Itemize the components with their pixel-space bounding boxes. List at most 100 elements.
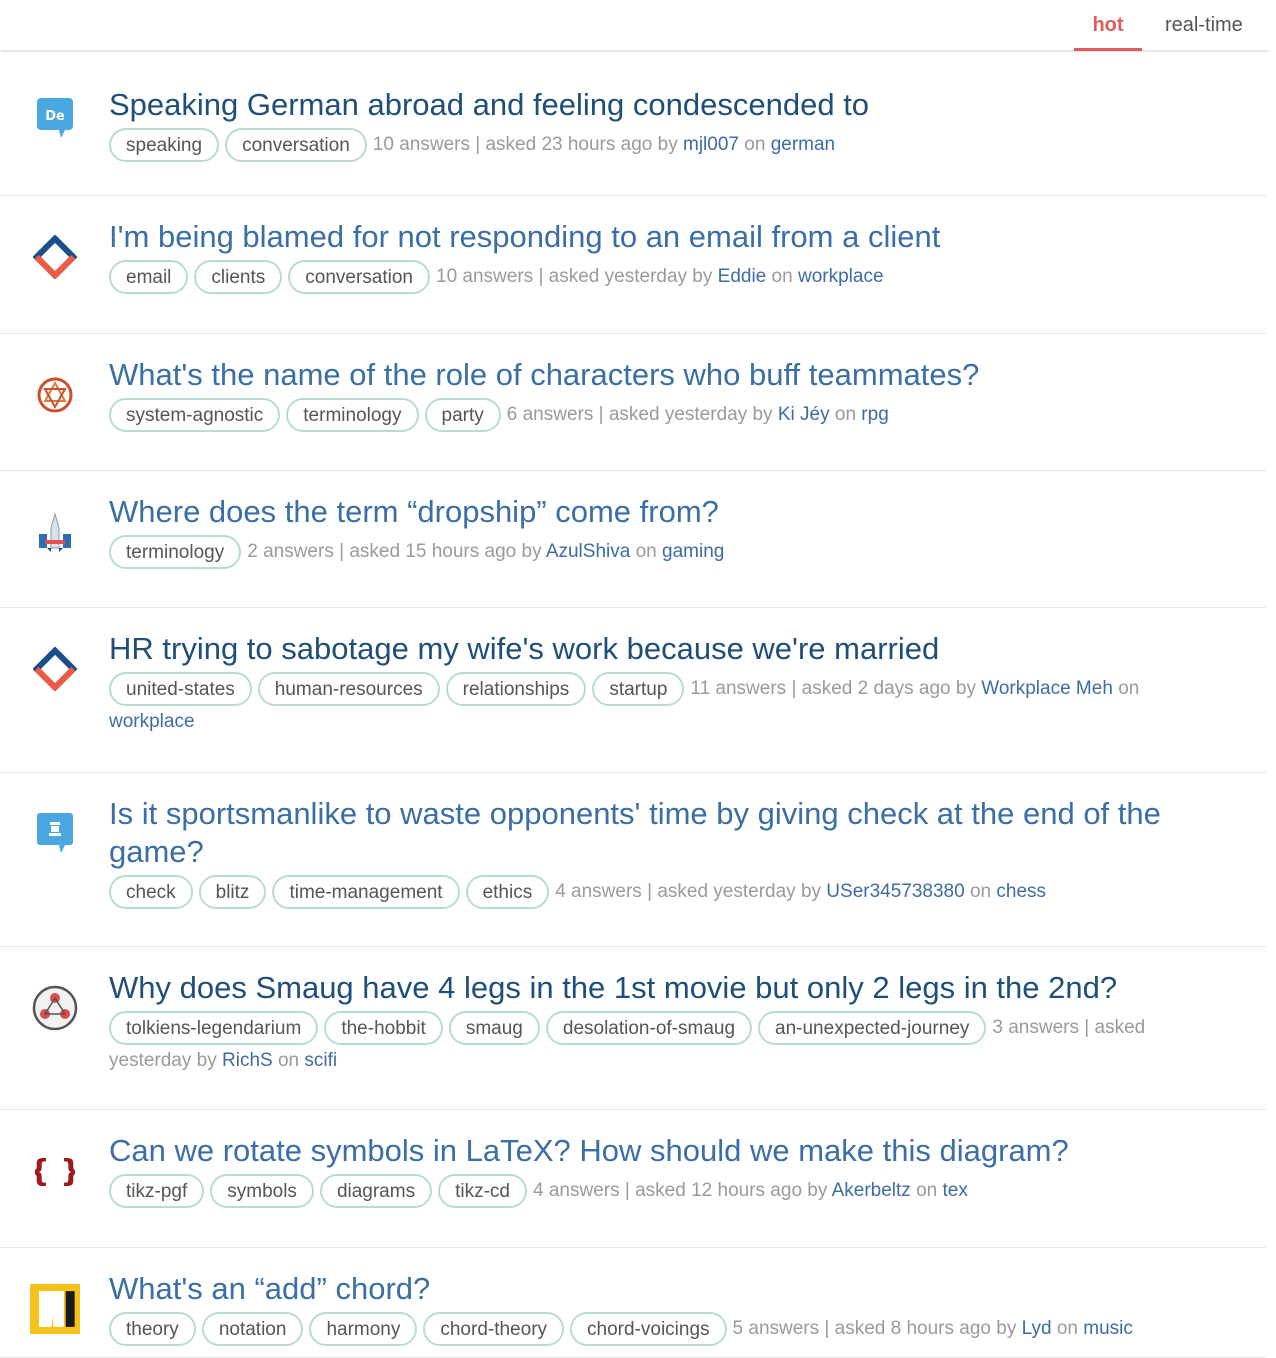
question-meta: system-agnostic terminology party 6 answers… (109, 398, 1186, 432)
question-title-link[interactable]: HR trying to sabotage my wife's work bec… (109, 630, 1186, 668)
tag[interactable]: party (424, 398, 501, 432)
tag[interactable]: chord-theory (423, 1312, 565, 1346)
question-title-link[interactable]: I'm being blamed for not responding to a… (109, 218, 1186, 256)
tab-real-time[interactable]: real-time (1165, 14, 1243, 37)
tag[interactable]: email (109, 260, 189, 294)
tag[interactable]: smaug (448, 1011, 540, 1045)
workplace-icon[interactable] (30, 644, 80, 694)
question-title-link[interactable]: Can we rotate symbols in LaTeX? How shou… (109, 1132, 1186, 1170)
answer-count: 11 answers (690, 678, 787, 700)
on-label: on (744, 134, 766, 156)
tag[interactable]: tolkiens-legendarium (109, 1011, 319, 1045)
user-link[interactable]: AzulShiva (546, 541, 631, 562)
user-link[interactable]: Ki Jéy (778, 404, 830, 425)
sort-tabs: hot real-time (1, 0, 1269, 52)
on-label: on (969, 881, 992, 903)
asked-time: asked 15 hours ago by (349, 541, 542, 563)
gaming-icon[interactable] (30, 507, 80, 557)
site-link[interactable]: rpg (861, 404, 888, 425)
tag[interactable]: symbols (210, 1174, 314, 1208)
on-label: on (771, 266, 793, 288)
tag[interactable]: human-resources (257, 672, 440, 706)
question-content: Can we rotate symbols in LaTeX? How shou… (109, 1132, 1186, 1208)
tag[interactable]: the-hobbit (324, 1011, 443, 1045)
question-item: What's an “add” chord? theory notation harm… (0, 1248, 1266, 1358)
site-link[interactable]: german (771, 134, 835, 155)
question-title-link[interactable]: What's the name of the role of character… (109, 356, 1186, 394)
asked-time: asked 8 hours ago by (834, 1318, 1017, 1340)
tag[interactable]: chord-voicings (570, 1312, 727, 1346)
tag[interactable]: speaking (109, 128, 220, 162)
tag[interactable]: time-management (272, 875, 460, 909)
tag[interactable]: an-unexpected-journey (758, 1011, 987, 1045)
tag[interactable]: tikz-cd (438, 1174, 527, 1208)
tag[interactable]: relationships (445, 672, 587, 706)
tag[interactable]: ethics (465, 875, 550, 909)
answer-count: 3 answers (992, 1017, 1079, 1039)
question-title-link[interactable]: Is it sportsmanlike to waste opponents' … (109, 795, 1186, 871)
site-link[interactable]: tex (943, 1180, 968, 1201)
answer-count: 5 answers (732, 1318, 820, 1340)
on-label: on (1118, 678, 1140, 700)
workplace-icon[interactable] (30, 232, 80, 282)
question-content: Where does the term “dropship” come from… (109, 493, 1186, 569)
tag[interactable]: desolation-of-smaug (545, 1011, 753, 1045)
tag[interactable]: terminology (286, 398, 419, 432)
tag[interactable]: startup (592, 672, 685, 706)
asked-time: asked yesterday by (608, 404, 773, 426)
tag[interactable]: tikz-pgf (109, 1174, 205, 1208)
tex-icon[interactable]: { } (30, 1146, 80, 1196)
user-link[interactable]: Lyd (1022, 1318, 1052, 1339)
asked-time: asked 12 hours ago by (635, 1180, 828, 1202)
tag[interactable]: united-states (109, 672, 252, 706)
tag[interactable]: conversation (225, 128, 367, 162)
user-link[interactable]: Eddie (718, 266, 767, 287)
tag[interactable]: check (109, 875, 193, 909)
question-meta: email clients conversation 10 answers | ask… (109, 260, 1186, 294)
tab-hot[interactable]: hot (1074, 14, 1142, 51)
tag[interactable]: theory (109, 1312, 196, 1346)
tag[interactable]: notation (201, 1312, 304, 1346)
german-icon[interactable]: De (30, 94, 80, 144)
question-title-link[interactable]: Where does the term “dropship” come from… (109, 493, 1186, 531)
site-link[interactable]: workplace (798, 266, 884, 287)
site-link[interactable]: gaming (662, 541, 724, 562)
svg-text:{ }: { } (35, 1154, 75, 1189)
tag[interactable]: clients (194, 260, 283, 294)
scifi-icon[interactable] (30, 983, 80, 1033)
question-title-link[interactable]: Speaking German abroad and feeling conde… (109, 86, 1186, 124)
tag[interactable]: diagrams (319, 1174, 433, 1208)
site-link[interactable]: scifi (304, 1050, 337, 1071)
question-title-link[interactable]: What's an “add” chord? (109, 1270, 1186, 1308)
on-label: on (916, 1180, 938, 1202)
asked-time: asked 23 hours ago by (485, 134, 678, 156)
question-item: What's the name of the role of character… (0, 334, 1266, 471)
user-link[interactable]: USer345738380 (826, 881, 964, 902)
music-icon[interactable] (30, 1284, 80, 1334)
question-item: Why does Smaug have 4 legs in the 1st mo… (0, 947, 1266, 1110)
answer-count: 10 answers (372, 134, 470, 156)
tag[interactable]: harmony (309, 1312, 418, 1346)
tag[interactable]: conversation (288, 260, 430, 294)
chess-icon[interactable] (30, 809, 80, 859)
site-link[interactable]: chess (996, 881, 1046, 902)
question-meta: terminology 2 answers | asked 15 hours ag… (109, 535, 1186, 569)
user-link[interactable]: Akerbeltz (832, 1180, 911, 1201)
rpg-icon[interactable] (30, 370, 80, 420)
answer-count: 2 answers (247, 541, 334, 563)
tag[interactable]: system-agnostic (109, 398, 281, 432)
user-link[interactable]: mjl007 (683, 134, 739, 155)
tag[interactable]: blitz (198, 875, 267, 909)
question-title-link[interactable]: Why does Smaug have 4 legs in the 1st mo… (109, 969, 1186, 1007)
user-link[interactable]: Workplace Meh (981, 678, 1113, 699)
question-content: Why does Smaug have 4 legs in the 1st mo… (109, 969, 1186, 1076)
tag[interactable]: terminology (109, 535, 242, 569)
question-item: { } Can we rotate symbols in LaTeX? How s… (0, 1110, 1266, 1248)
site-link[interactable]: workplace (109, 711, 195, 732)
user-link[interactable]: RichS (222, 1050, 273, 1071)
answer-count: 4 answers (555, 881, 642, 903)
question-item: Is it sportsmanlike to waste opponents' … (0, 773, 1266, 947)
site-link[interactable]: music (1083, 1318, 1133, 1339)
question-item: Where does the term “dropship” come from… (0, 471, 1266, 608)
asked-time: asked 2 days ago by (801, 678, 976, 700)
